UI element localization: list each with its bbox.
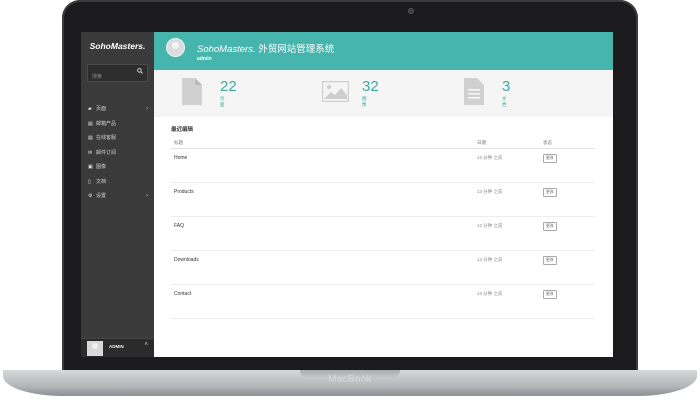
row-title[interactable]: Contact	[174, 291, 474, 297]
column-title: 标题	[171, 138, 474, 149]
header: SohoMasters. 外贸网站管理系统 admin	[154, 32, 613, 70]
page-title: SohoMasters. 外贸网站管理系统	[197, 41, 334, 55]
sidebar-item-subscriptions[interactable]: ✉ 邮件订阅	[81, 146, 154, 161]
row-date-cell: 12 分钟 之前	[474, 148, 540, 183]
device-brand: MacBook	[328, 374, 372, 385]
row-title-cell: Downloads	[171, 250, 474, 285]
edit-button[interactable]: 更改	[543, 188, 557, 197]
column-status: 状态	[540, 138, 595, 149]
row-date: 13 分钟 之前	[477, 189, 503, 194]
sidebar-item-label: 图像	[96, 164, 107, 170]
sidebar-nav: ▰ 页面 › ▤ 邮箱产品 ▤ 在线客服 ✉ 邮件订阅 ▣ 图像 ▯ 文档 ⚙ 设置 ›	[81, 102, 154, 204]
user-name: ADMIN	[109, 344, 124, 349]
site-title-suffix: 外贸网站管理系统	[255, 44, 335, 55]
chevron-right-icon: ›	[146, 106, 148, 112]
row-date-cell: 13 分钟 之前	[474, 182, 540, 217]
row-title-cell: Home	[171, 148, 474, 183]
row-date: 13 分钟 之前	[477, 223, 503, 228]
stat-value: 22	[220, 78, 237, 95]
folder-icon: ▰	[88, 106, 92, 112]
sidebar-item-label: 页面	[96, 106, 107, 112]
recent-edits-table: 标题 日期 状态 Home 12 分钟 之前 更改 Products 13 分钟…	[171, 138, 595, 319]
stat-label: 图像	[362, 96, 367, 107]
sidebar-item-label: 在线客服	[96, 135, 117, 141]
avatar[interactable]	[166, 38, 185, 57]
table-header-row: 标题 日期 状态	[171, 138, 595, 149]
table-row[interactable]: Downloads 13 分钟 之前 更改	[171, 250, 595, 285]
row-status-cell: 更改	[540, 182, 595, 217]
chevron-up-icon[interactable]: ˄	[144, 342, 148, 348]
row-date: 12 分钟 之前	[477, 155, 503, 160]
sidebar-item-images[interactable]: ▣ 图像	[81, 160, 154, 175]
row-title[interactable]: FAQ	[174, 223, 474, 229]
document-icon: ▤	[88, 120, 93, 127]
site-brand: SohoMasters.	[197, 44, 256, 55]
row-status-cell: 更改	[540, 284, 595, 319]
table-row[interactable]: Products 13 分钟 之前 更改	[171, 182, 595, 217]
table-row[interactable]: Contact 13 分钟 之前 更改	[171, 284, 595, 319]
search-input[interactable]	[88, 69, 132, 85]
sidebar: SohoMasters. ▰页面 › ▤邮箱产品 ▤在线客服 ✉邮件订阅 ▣图像	[81, 32, 154, 357]
row-status-cell: 更改	[540, 250, 595, 285]
chevron-right-icon: ›	[146, 193, 148, 199]
stats-bar: 22 页面 32 图像 3 文档	[154, 70, 613, 117]
image-icon: ▣	[88, 164, 93, 170]
document-icon	[464, 78, 484, 110]
page-icon	[182, 78, 202, 110]
stat-value: 32	[362, 78, 379, 95]
avatar	[87, 341, 103, 356]
column-date: 日期	[474, 138, 540, 149]
row-date: 13 分钟 之前	[477, 257, 503, 262]
row-date-cell: 13 分钟 之前	[474, 250, 540, 285]
recent-edits-title: 最近编辑	[171, 127, 194, 133]
logo[interactable]: SohoMasters.	[81, 32, 154, 60]
gears-icon: ⚙	[88, 193, 93, 199]
stat-label: 文档	[502, 96, 507, 107]
stat-label: 页面	[220, 96, 225, 107]
edit-button[interactable]: 更改	[543, 154, 557, 163]
document-icon: ▤	[88, 135, 93, 141]
edit-button[interactable]: 更改	[543, 256, 557, 265]
edit-button[interactable]: 更改	[543, 222, 557, 231]
header-username: admin	[197, 56, 212, 62]
camera-icon	[408, 8, 414, 14]
envelope-icon: ✉	[88, 149, 93, 156]
row-title[interactable]: Products	[174, 189, 474, 195]
search-icon[interactable]	[137, 68, 143, 76]
sidebar-item-pages[interactable]: ▰ 页面 ›	[81, 102, 154, 117]
sidebar-item-label: 邮件订阅	[96, 149, 117, 156]
row-status-cell: 更改	[540, 148, 595, 183]
main-content: SohoMasters. 外贸网站管理系统 admin 22 页面 32 图像	[154, 32, 613, 357]
sidebar-item-documents[interactable]: ▯ 文档	[81, 175, 154, 190]
row-date: 13 分钟 之前	[477, 291, 503, 296]
file-icon: ▯	[88, 178, 91, 185]
search-box	[87, 64, 148, 85]
sidebar-item-live-support[interactable]: ▤ 在线客服	[81, 131, 154, 146]
sidebar-item-mail-products[interactable]: ▤ 邮箱产品	[81, 117, 154, 132]
row-status-cell: 更改	[540, 216, 595, 251]
screen: SohoMasters. ▰页面 › ▤邮箱产品 ▤在线客服 ✉邮件订阅 ▣图像	[81, 32, 613, 357]
sidebar-item-label: 文档	[96, 178, 107, 185]
sidebar-item-label: 邮箱产品	[96, 120, 117, 127]
row-title-cell: Products	[171, 182, 474, 217]
row-title-cell: Contact	[171, 284, 474, 319]
image-icon	[321, 80, 350, 107]
edit-button[interactable]: 更改	[543, 290, 557, 299]
row-title[interactable]: Home	[174, 155, 474, 161]
sidebar-item-settings[interactable]: ⚙ 设置 ›	[81, 189, 154, 204]
row-date-cell: 13 分钟 之前	[474, 216, 540, 251]
row-date-cell: 13 分钟 之前	[474, 284, 540, 319]
row-title-cell: FAQ	[171, 216, 474, 251]
user-menu[interactable]: ADMIN ˄	[81, 338, 154, 357]
table-row[interactable]: Home 12 分钟 之前 更改	[171, 148, 595, 183]
stat-value: 3	[502, 78, 511, 95]
table-row[interactable]: FAQ 13 分钟 之前 更改	[171, 216, 595, 251]
sidebar-item-label: 设置	[96, 193, 107, 199]
row-title[interactable]: Downloads	[174, 257, 474, 263]
